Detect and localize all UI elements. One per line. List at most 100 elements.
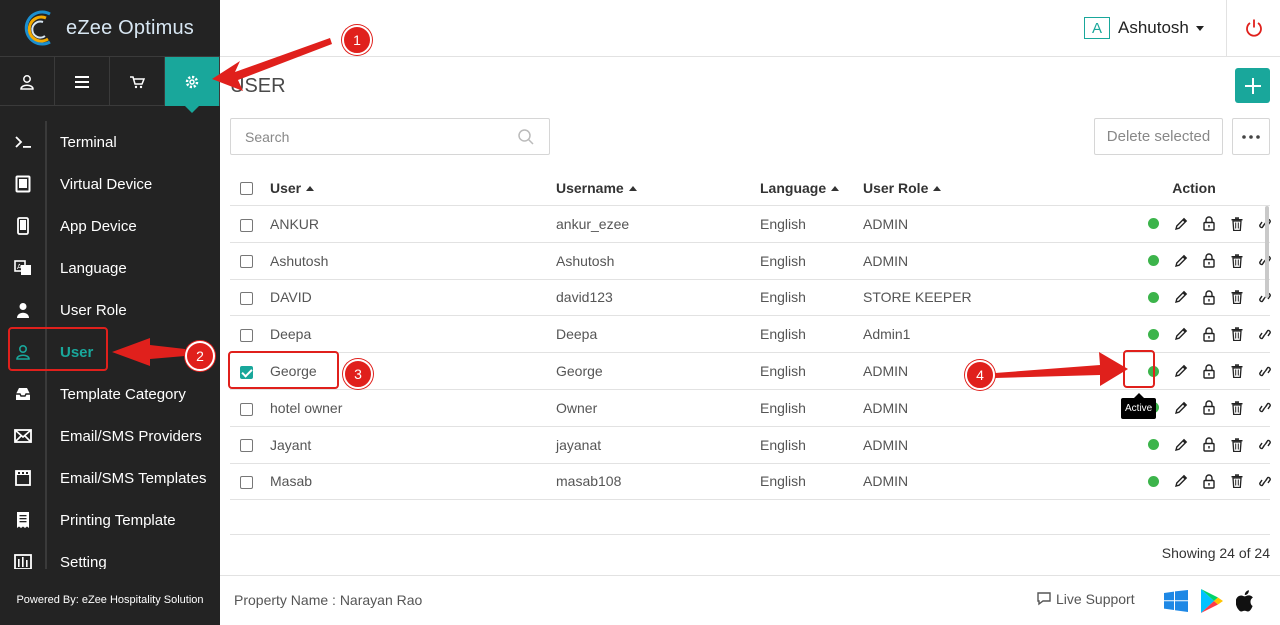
column-header-user-role[interactable]: User Role xyxy=(863,180,1118,196)
trash-icon[interactable] xyxy=(1223,322,1251,346)
column-header-user[interactable]: User xyxy=(270,180,556,196)
tab-menu[interactable] xyxy=(55,57,110,106)
status-active-icon[interactable] xyxy=(1139,322,1167,346)
table-scrollbar[interactable] xyxy=(1265,206,1269,298)
cell-username: George xyxy=(556,363,603,380)
table-row[interactable]: George George English ADMIN xyxy=(230,353,1271,390)
phone-icon xyxy=(0,217,45,235)
table-row[interactable]: DAVID david123 English STORE KEEPER xyxy=(230,280,1271,317)
edit-icon[interactable] xyxy=(1167,469,1195,493)
column-header-username[interactable]: Username xyxy=(556,180,760,196)
sidebar-item-language[interactable]: A Language xyxy=(0,247,220,289)
windows-icon[interactable] xyxy=(1164,590,1188,612)
trash-icon[interactable] xyxy=(1223,396,1251,420)
lock-icon[interactable] xyxy=(1195,285,1223,309)
delete-selected-button[interactable]: Delete selected xyxy=(1094,118,1223,155)
edit-icon[interactable] xyxy=(1167,285,1195,309)
table-row[interactable]: Masab masab108 English ADMIN xyxy=(230,464,1271,501)
table-row[interactable]: Jayant jayanat English ADMIN xyxy=(230,427,1271,464)
sidebar-item-virtual-device[interactable]: Virtual Device xyxy=(0,163,220,205)
sidebar-item-setting[interactable]: Setting xyxy=(0,541,220,569)
row-checkbox[interactable] xyxy=(240,292,253,306)
row-checkbox[interactable] xyxy=(240,329,253,343)
status-active-icon[interactable] xyxy=(1139,285,1167,309)
link-icon[interactable] xyxy=(1251,359,1279,383)
row-checkbox[interactable] xyxy=(240,255,253,269)
sidebar-item-email-sms-templates[interactable]: Email/SMS Templates xyxy=(0,457,220,499)
more-icon xyxy=(1242,134,1260,139)
tab-cart[interactable] xyxy=(110,57,165,106)
plus-icon xyxy=(1244,77,1261,94)
column-header-language[interactable]: Language xyxy=(760,180,863,196)
apple-icon[interactable] xyxy=(1236,589,1256,613)
search-icon[interactable] xyxy=(517,128,535,146)
cell-user-role: STORE KEEPER xyxy=(863,289,972,306)
cell-user: Ashutosh xyxy=(270,252,329,269)
lock-icon[interactable] xyxy=(1195,322,1223,346)
sidebar-item-terminal[interactable]: Terminal xyxy=(0,121,220,163)
link-icon[interactable] xyxy=(1251,469,1279,493)
sidebar-item-label: Template Category xyxy=(60,385,186,403)
trash-icon[interactable] xyxy=(1223,359,1251,383)
edit-icon[interactable] xyxy=(1167,433,1195,457)
google-play-icon[interactable] xyxy=(1200,588,1224,614)
link-icon[interactable] xyxy=(1251,322,1279,346)
sidebar-item-label: Terminal xyxy=(60,133,117,151)
lock-icon[interactable] xyxy=(1195,359,1223,383)
trash-icon[interactable] xyxy=(1223,249,1251,273)
trash-icon[interactable] xyxy=(1223,285,1251,309)
edit-icon[interactable] xyxy=(1167,359,1195,383)
app-download-links xyxy=(1164,588,1256,614)
receipt-icon xyxy=(0,511,45,529)
logout-button[interactable] xyxy=(1240,14,1268,42)
row-checkbox[interactable] xyxy=(240,476,253,490)
tab-user[interactable] xyxy=(0,57,55,106)
highlight-user-menu-item xyxy=(8,327,108,371)
table-row[interactable]: ANKUR ankur_ezee English ADMIN xyxy=(230,206,1271,243)
row-checkbox[interactable] xyxy=(240,439,253,453)
status-active-icon[interactable] xyxy=(1139,433,1167,457)
lock-icon[interactable] xyxy=(1195,396,1223,420)
trash-icon[interactable] xyxy=(1223,433,1251,457)
live-support-link[interactable]: Live Support xyxy=(1036,591,1135,607)
brand[interactable]: eZee Optimus xyxy=(0,0,220,56)
lock-icon[interactable] xyxy=(1195,249,1223,273)
status-active-icon[interactable] xyxy=(1139,249,1167,273)
user-menu[interactable]: A Ashutosh xyxy=(1084,17,1204,39)
select-all-checkbox[interactable] xyxy=(240,182,253,196)
user-role-icon xyxy=(0,302,45,318)
lock-icon[interactable] xyxy=(1195,433,1223,457)
edit-icon[interactable] xyxy=(1167,322,1195,346)
row-checkbox[interactable] xyxy=(240,218,253,232)
sidebar-item-template-category[interactable]: Template Category xyxy=(0,373,220,415)
status-active-icon[interactable] xyxy=(1139,469,1167,493)
tab-settings[interactable] xyxy=(165,57,220,113)
table-row[interactable]: Deepa Deepa English Admin1 xyxy=(230,316,1271,354)
row-checkbox[interactable] xyxy=(240,402,253,416)
link-icon[interactable] xyxy=(1251,433,1279,457)
search-input[interactable] xyxy=(245,128,505,145)
cell-language: English xyxy=(760,252,806,269)
trash-icon[interactable] xyxy=(1223,212,1251,236)
edit-icon[interactable] xyxy=(1167,212,1195,236)
more-options-button[interactable] xyxy=(1232,118,1270,155)
page-footer: Property Name : Narayan Rao Live Support xyxy=(220,575,1280,625)
svg-text:A: A xyxy=(17,263,22,271)
link-icon[interactable] xyxy=(1251,396,1279,420)
status-active-icon[interactable] xyxy=(1139,212,1167,236)
trash-icon[interactable] xyxy=(1223,469,1251,493)
add-user-button[interactable] xyxy=(1235,68,1270,103)
sidebar-item-printing-template[interactable]: Printing Template xyxy=(0,499,220,541)
lock-icon[interactable] xyxy=(1195,212,1223,236)
table-row[interactable]: Ashutosh Ashutosh English ADMIN xyxy=(230,243,1271,280)
cell-username: david123 xyxy=(556,289,613,306)
edit-icon[interactable] xyxy=(1167,396,1195,420)
edit-icon[interactable] xyxy=(1167,249,1195,273)
sidebar-item-label: Language xyxy=(60,259,127,277)
lock-icon[interactable] xyxy=(1195,469,1223,493)
table-row[interactable]: hotel owner Owner English ADMIN xyxy=(230,390,1271,427)
sidebar-item-user-role[interactable]: User Role xyxy=(0,289,220,331)
cell-actions xyxy=(1118,433,1271,457)
sidebar-item-app-device[interactable]: App Device xyxy=(0,205,220,247)
sidebar-item-email-sms-providers[interactable]: Email/SMS Providers xyxy=(0,415,220,457)
